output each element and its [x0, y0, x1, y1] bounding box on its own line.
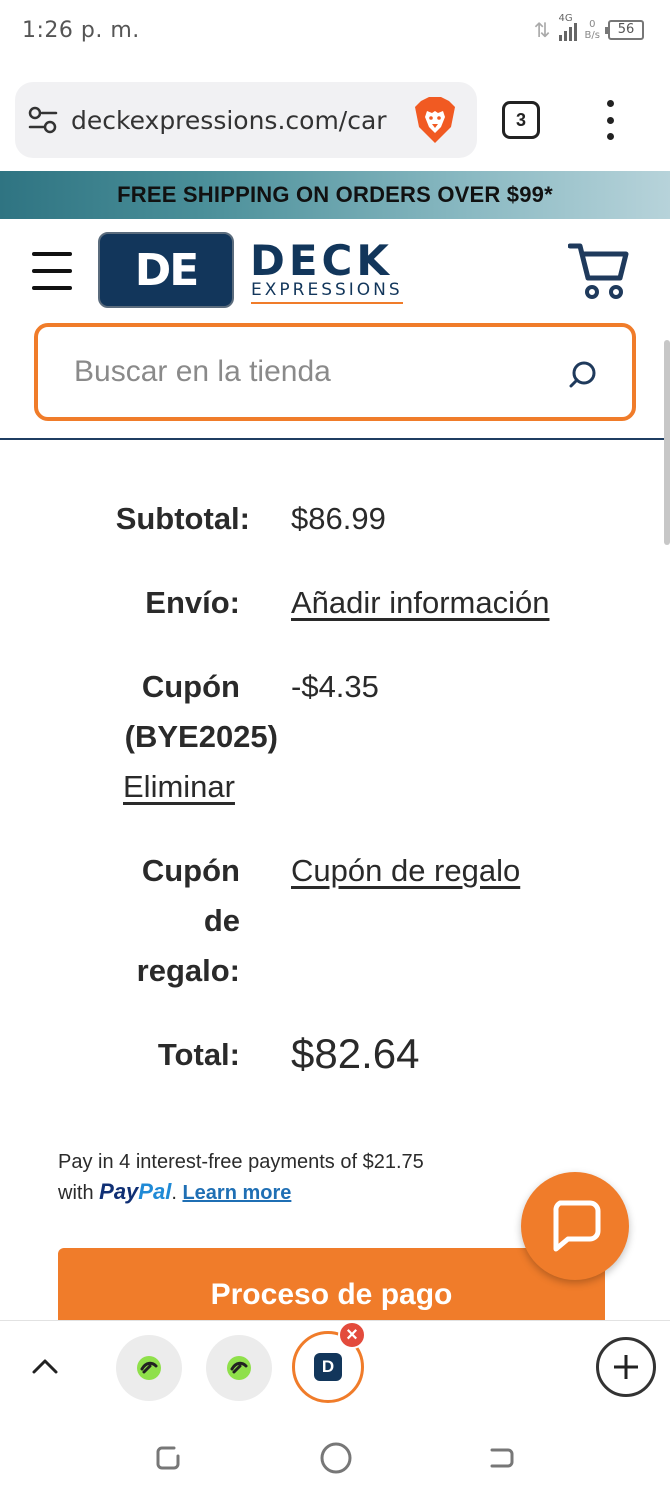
gift-coupon-label-2: de — [203, 903, 240, 938]
network-type: 4G — [558, 13, 573, 24]
gift-coupon-link[interactable]: Cupón de regalo — [291, 846, 520, 896]
promo-text: FREE SHIPPING ON ORDERS OVER $99* — [117, 182, 553, 207]
paypal-message: Pay in 4 interest-free payments of $21.7… — [58, 1148, 424, 1208]
url-bar[interactable]: deckexpressions.com/car — [15, 82, 477, 158]
coupon-code: (BYE2025) — [124, 719, 278, 754]
remove-coupon-link[interactable]: Eliminar — [123, 762, 235, 812]
tab-favicon-icon — [227, 1356, 251, 1380]
hamburger-menu-icon[interactable] — [32, 252, 72, 290]
promo-banner[interactable]: FREE SHIPPING ON ORDERS OVER $99* — [0, 171, 670, 219]
chat-icon — [553, 1200, 601, 1252]
system-nav-bar — [0, 1416, 670, 1500]
chevron-up-icon[interactable] — [30, 1351, 60, 1386]
logo-mark: DE — [134, 244, 200, 296]
new-tab-plus-icon[interactable] — [596, 1337, 656, 1397]
back-icon[interactable] — [486, 1442, 518, 1474]
status-icons: ⇅ 4G 0 B/s 56 — [533, 13, 644, 42]
cart-icon[interactable] — [567, 240, 630, 305]
total-value: $82.64 — [291, 1030, 420, 1077]
brave-shield-icon[interactable] — [415, 97, 455, 148]
search-box[interactable] — [34, 323, 636, 421]
tab-thumbnail-1[interactable] — [116, 1335, 182, 1401]
coupon-label: Cupón — [141, 669, 240, 704]
paypal-installments-text: Pay in 4 interest-free payments of $21.7… — [58, 1151, 424, 1173]
gift-coupon-label-1: Cupón — [141, 853, 240, 888]
header-divider — [0, 438, 670, 440]
browser-menu-icon[interactable] — [600, 100, 620, 140]
add-shipping-info-link[interactable]: Añadir información — [291, 578, 549, 628]
paypal-learn-more-link[interactable]: Learn more — [182, 1182, 291, 1204]
tab-switcher-button[interactable]: 3 — [502, 101, 540, 139]
search-input[interactable] — [74, 355, 544, 389]
signal-icon: 4G — [558, 13, 577, 41]
tab-favicon-icon — [137, 1356, 161, 1380]
home-icon[interactable] — [318, 1440, 354, 1476]
close-tab-icon[interactable]: × — [338, 1321, 366, 1349]
status-bar: 1:26 p. m. ⇅ 4G 0 B/s 56 — [0, 0, 670, 64]
battery-level: 56 — [617, 22, 635, 37]
page-scrollbar[interactable] — [664, 340, 670, 545]
paypal-with-text: with — [58, 1182, 94, 1204]
paypal-logo: PayPal — [99, 1179, 172, 1204]
chat-button[interactable] — [521, 1172, 629, 1280]
shipping-label: Envío: — [145, 585, 240, 620]
coupon-value: -$4.35 — [291, 669, 379, 704]
site-settings-icon[interactable] — [15, 106, 71, 134]
search-icon[interactable] — [568, 360, 598, 395]
recent-apps-icon[interactable] — [152, 1442, 184, 1474]
url-text[interactable]: deckexpressions.com/car — [71, 106, 391, 135]
browser-tab-bar: D × — [0, 1320, 670, 1416]
tab-thumbnail-2[interactable] — [206, 1335, 272, 1401]
brand-tagline[interactable]: EXPRESSIONS — [251, 280, 403, 304]
subtotal-label: Subtotal: — [115, 501, 250, 536]
deck-expressions-favicon-icon: D — [314, 1353, 342, 1381]
status-time: 1:26 p. m. — [22, 18, 140, 43]
network-speed: 0 B/s — [584, 19, 600, 41]
data-activity-icon: ⇅ — [533, 18, 551, 42]
brand-name[interactable]: DECK — [250, 236, 393, 285]
battery-icon: 56 — [605, 20, 644, 40]
subtotal-value: $86.99 — [291, 501, 386, 536]
total-label: Total: — [157, 1037, 240, 1072]
gift-coupon-label-3: regalo: — [136, 953, 240, 988]
brand-logo[interactable]: DE — [98, 232, 234, 308]
